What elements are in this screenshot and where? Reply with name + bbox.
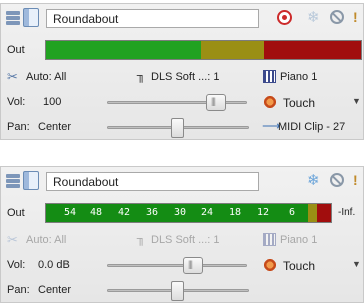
meter-tick: 36 (146, 207, 159, 218)
freeze-icon[interactable]: ❄ (307, 171, 320, 190)
output-meter (45, 40, 362, 60)
meter-tick: 54 (64, 207, 77, 218)
piano-icon (263, 233, 276, 246)
track-list-icon[interactable] (6, 173, 20, 189)
pan-value[interactable]: Center (38, 121, 71, 133)
pan-slider-thumb[interactable] (171, 281, 184, 301)
volume-label: Vol: (7, 259, 26, 271)
volume-slider-thumb[interactable] (206, 94, 226, 111)
synth-output-button[interactable]: DLS Soft ...: 1 (151, 71, 219, 83)
chevron-down-icon[interactable]: ▼ (352, 259, 361, 269)
pan-value[interactable]: Center (38, 284, 71, 296)
meter-row: Out 54 48 42 36 30 24 18 12 6 -Inf. (1, 203, 364, 225)
volume-value[interactable]: 100 (43, 96, 61, 108)
track-panel-1: Roundabout ❄ ! Out ✂ Auto: All ╖ DLS Sof… (0, 3, 364, 140)
meter-red-segment (317, 204, 331, 222)
volume-label: Vol: (7, 96, 26, 108)
track-list-icon[interactable] (6, 10, 20, 26)
instrument-row: ✂ Auto: All ╖ DLS Soft ...: 1 Piano 1 (1, 67, 364, 89)
volume-value[interactable]: 0.0 dB (38, 259, 70, 271)
automation-mode-icon (263, 258, 277, 272)
meter-tick: 42 (118, 207, 131, 218)
automation-read-button[interactable]: Auto: All (26, 234, 66, 246)
peak-label[interactable]: -Inf. (338, 207, 355, 218)
meter-red-segment (264, 41, 361, 59)
meter-tick: 18 (229, 207, 242, 218)
volume-row: Vol: 0.0 dB Touch ▼ (1, 255, 364, 277)
piano-icon (263, 70, 276, 83)
meter-tick: 24 (201, 207, 214, 218)
track-header: Roundabout ❄ ! (1, 171, 364, 193)
meter-tick: 12 (257, 207, 270, 218)
meter-label: Out (7, 44, 25, 56)
patch-button[interactable]: Piano 1 (280, 234, 317, 246)
automation-read-button[interactable]: Auto: All (26, 71, 66, 83)
record-arm-icon[interactable] (277, 10, 292, 25)
mute-icon[interactable] (330, 10, 344, 24)
meter-yellow-segment (201, 41, 264, 59)
meter-row: Out (1, 40, 364, 62)
meter-tick: 6 (289, 207, 296, 218)
volume-slider-thumb[interactable] (183, 257, 203, 274)
pan-label: Pan: (7, 121, 30, 133)
volume-slider-track[interactable] (107, 264, 247, 267)
solo-icon[interactable]: ! (353, 8, 358, 27)
meter-yellow-segment (308, 204, 317, 222)
meter-label: Out (7, 207, 25, 219)
mute-icon[interactable] (330, 173, 344, 187)
pan-label: Pan: (7, 284, 30, 296)
output-button[interactable]: MIDI Clip - 27 (278, 121, 345, 133)
automation-mode-button[interactable]: Touch (283, 259, 315, 273)
automation-mode-button[interactable]: Touch (283, 96, 315, 110)
automation-mode-icon (263, 95, 277, 109)
track-folder-icon[interactable] (23, 8, 39, 27)
pan-row: Pan: Center ⟶ MIDI Clip - 27 (1, 117, 364, 139)
track-header: Roundabout ❄ ! (1, 8, 364, 30)
freeze-icon[interactable]: ❄ (307, 8, 320, 27)
instrument-row: ✂ Auto: All ╖ DLS Soft ...: 1 Piano 1 (1, 230, 364, 252)
pan-row: Pan: Center (1, 280, 364, 302)
volume-slider-track[interactable] (107, 101, 247, 104)
automation-icon: ✂ (7, 232, 18, 247)
meter-green-segment (46, 41, 201, 59)
solo-icon[interactable]: ! (353, 171, 358, 190)
midi-port-icon: ╖ (137, 231, 146, 245)
volume-row: Vol: 100 Touch ▼ (1, 92, 364, 114)
track-panel-2: Roundabout ❄ ! Out 54 48 42 36 30 24 18 … (0, 166, 364, 303)
track-name-field[interactable]: Roundabout (46, 172, 259, 191)
track-name-field[interactable]: Roundabout (46, 9, 259, 28)
pan-slider-thumb[interactable] (171, 118, 184, 138)
midi-port-icon: ╖ (137, 68, 146, 82)
meter-tick: 48 (90, 207, 103, 218)
synth-output-button[interactable]: DLS Soft ...: 1 (151, 234, 219, 246)
meter-tick: 30 (174, 207, 187, 218)
output-meter: 54 48 42 36 30 24 18 12 6 (45, 203, 332, 223)
patch-button[interactable]: Piano 1 (280, 71, 317, 83)
automation-icon: ✂ (7, 69, 18, 84)
chevron-down-icon[interactable]: ▼ (352, 96, 361, 106)
track-folder-icon[interactable] (23, 171, 39, 190)
